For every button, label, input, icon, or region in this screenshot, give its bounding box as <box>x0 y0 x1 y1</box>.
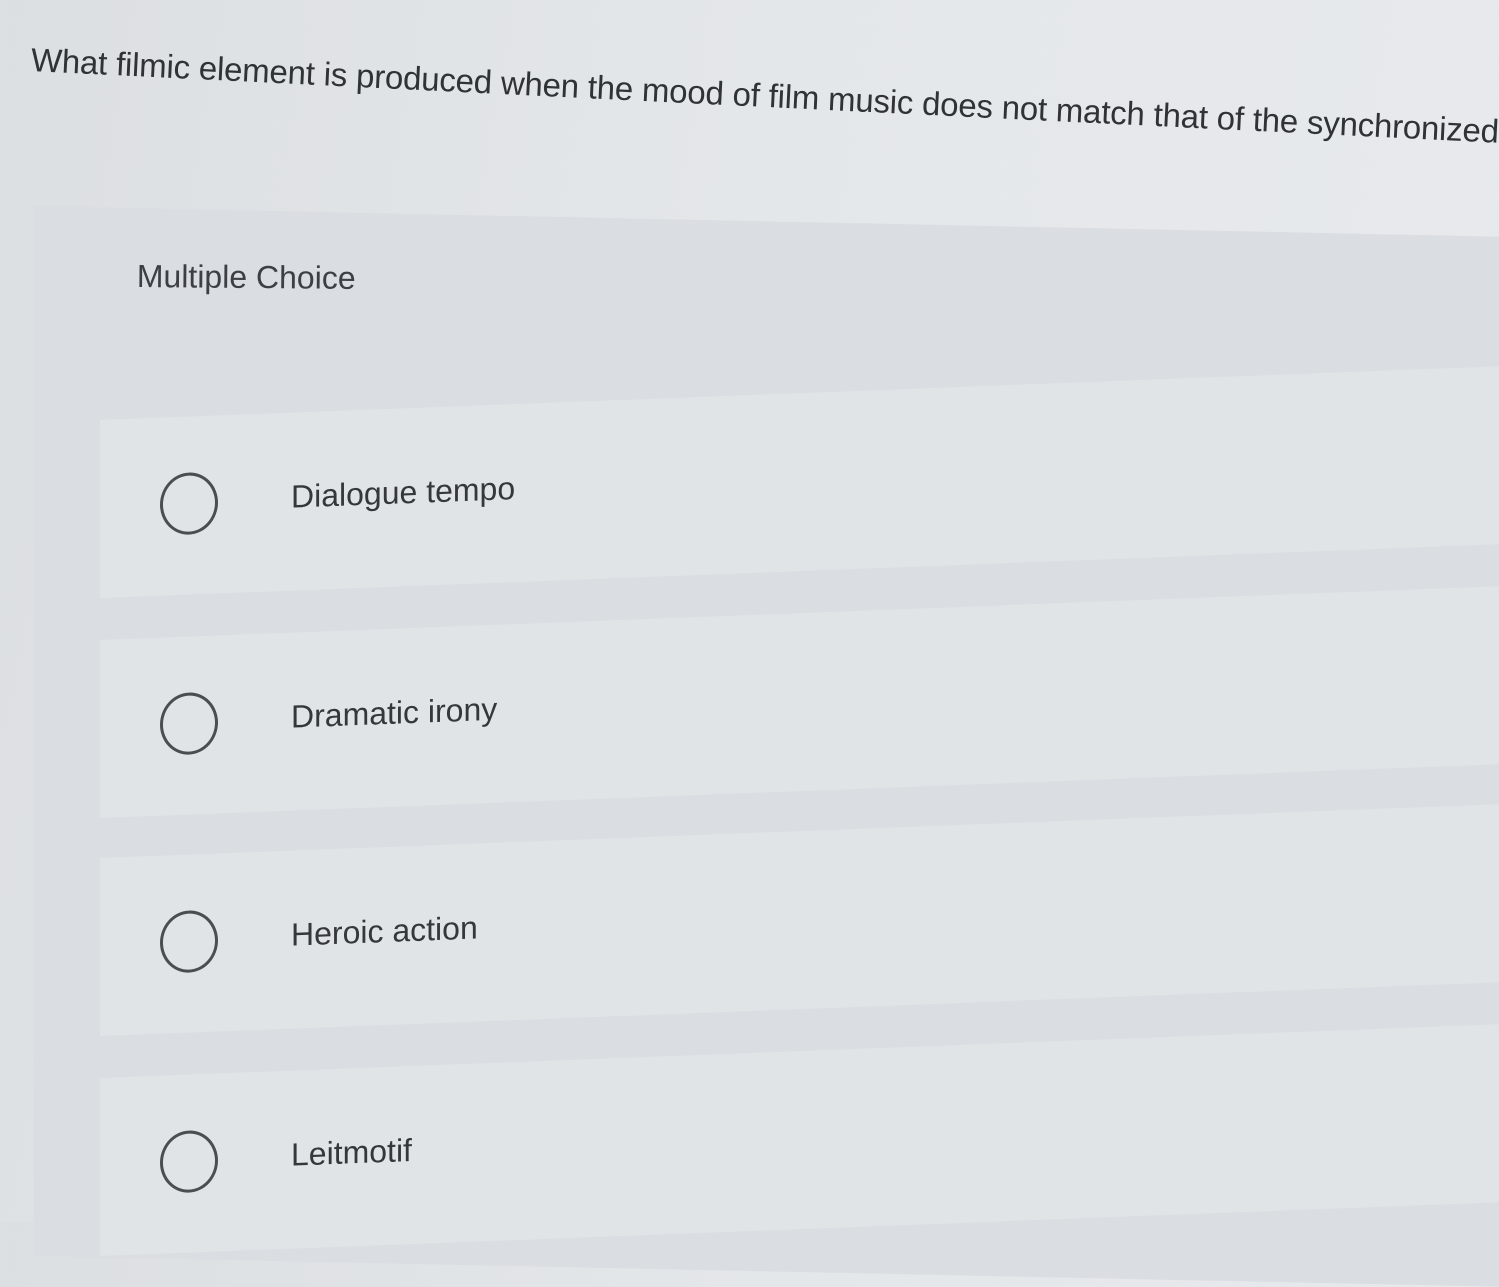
answer-option-label: Leitmotif <box>291 1132 412 1173</box>
radio-button-icon[interactable] <box>160 909 218 974</box>
radio-button-icon[interactable] <box>160 471 218 536</box>
answer-option-label: Heroic action <box>291 909 478 953</box>
question-text: What filmic element is produced when the… <box>30 40 1499 160</box>
answer-option-label: Dialogue tempo <box>291 470 516 515</box>
answer-option-label: Dramatic irony <box>291 690 498 735</box>
radio-button-icon[interactable] <box>160 1129 218 1194</box>
multiple-choice-label: Multiple Choice <box>136 258 356 296</box>
radio-button-icon[interactable] <box>160 691 218 756</box>
